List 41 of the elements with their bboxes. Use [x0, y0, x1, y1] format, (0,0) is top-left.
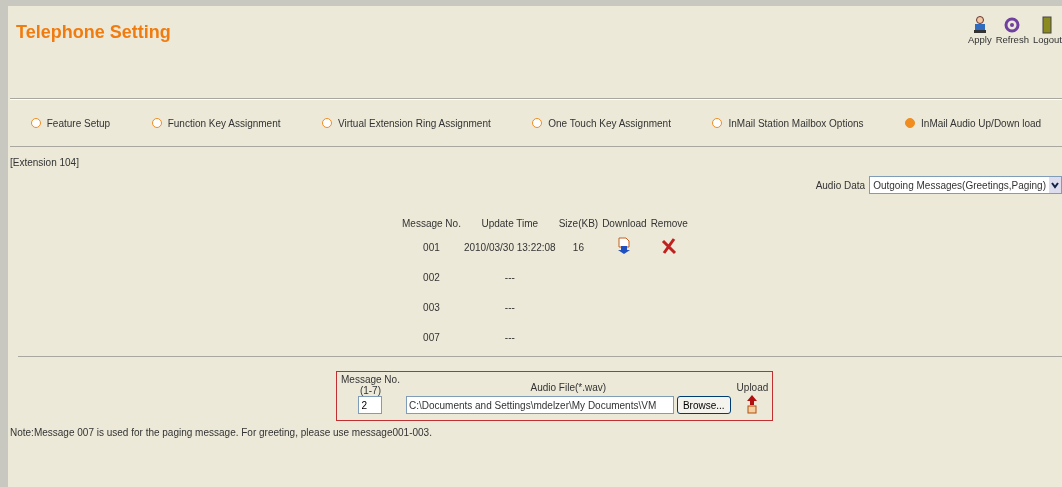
upload-icon[interactable] [746, 394, 759, 414]
download-icon[interactable] [617, 237, 632, 255]
audio-file-label: Audio File(*.wav) [530, 382, 607, 393]
upload-label: Upload [736, 382, 769, 393]
toolbar-button[interactable]: Logout [1032, 16, 1062, 98]
page-title: Telephone Setting [16, 22, 171, 44]
nav-tab[interactable]: InMail Audio Up/Down load [905, 117, 1042, 129]
cross-icon[interactable] [661, 237, 678, 255]
table-cell: 002 [423, 271, 440, 283]
column-header: Download [601, 216, 648, 231]
refresh-icon [1004, 16, 1021, 34]
nav-tab[interactable]: InMail Station Mailbox Options [712, 117, 864, 129]
message-number-label: Message No. (1-7) [341, 374, 400, 396]
table-cell: --- [504, 301, 515, 313]
audio-data-label: Audio Data [815, 179, 866, 191]
toolbar-button[interactable]: Apply [967, 16, 992, 98]
nav-tab[interactable]: Feature Setup [30, 117, 111, 129]
table-cell: --- [504, 331, 515, 343]
table-cell: 001 [423, 241, 440, 253]
audio-data-dropdown[interactable]: Outgoing Messages(Greetings,Paging) [869, 176, 1062, 194]
file-path-field[interactable]: C:\Documents and Settings\mdelzer\My Documents\VM [405, 396, 674, 414]
browse-button[interactable]: Browse... [676, 396, 731, 414]
extension-label: [Extension 104] [10, 157, 80, 168]
column-header: Message No. [401, 216, 462, 231]
table-cell: 2010/03/30 13:22:08 [463, 241, 556, 253]
chevron-down-icon [1049, 177, 1061, 193]
nav-tab[interactable]: Function Key Assignment [151, 117, 281, 129]
person-icon [972, 16, 987, 34]
message-number-field[interactable]: 2 [358, 396, 383, 414]
column-header: Size(KB) [557, 216, 600, 231]
table-cell: 003 [423, 301, 440, 313]
door-icon [1042, 16, 1053, 34]
column-header: Remove [649, 216, 689, 231]
note-text: Note:Message 007 is used for the paging message. For greeting, please use message001-003. [10, 427, 433, 438]
nav-tab[interactable]: One Touch Key Assignment [532, 117, 671, 129]
toolbar-button[interactable]: Refresh [995, 16, 1029, 98]
table-cell: --- [504, 271, 515, 283]
column-header: Update Time [480, 216, 540, 231]
table-cell: 007 [423, 331, 440, 343]
table-cell: 16 [572, 241, 584, 253]
nav-tab[interactable]: Virtual Extension Ring Assignment [322, 117, 491, 129]
